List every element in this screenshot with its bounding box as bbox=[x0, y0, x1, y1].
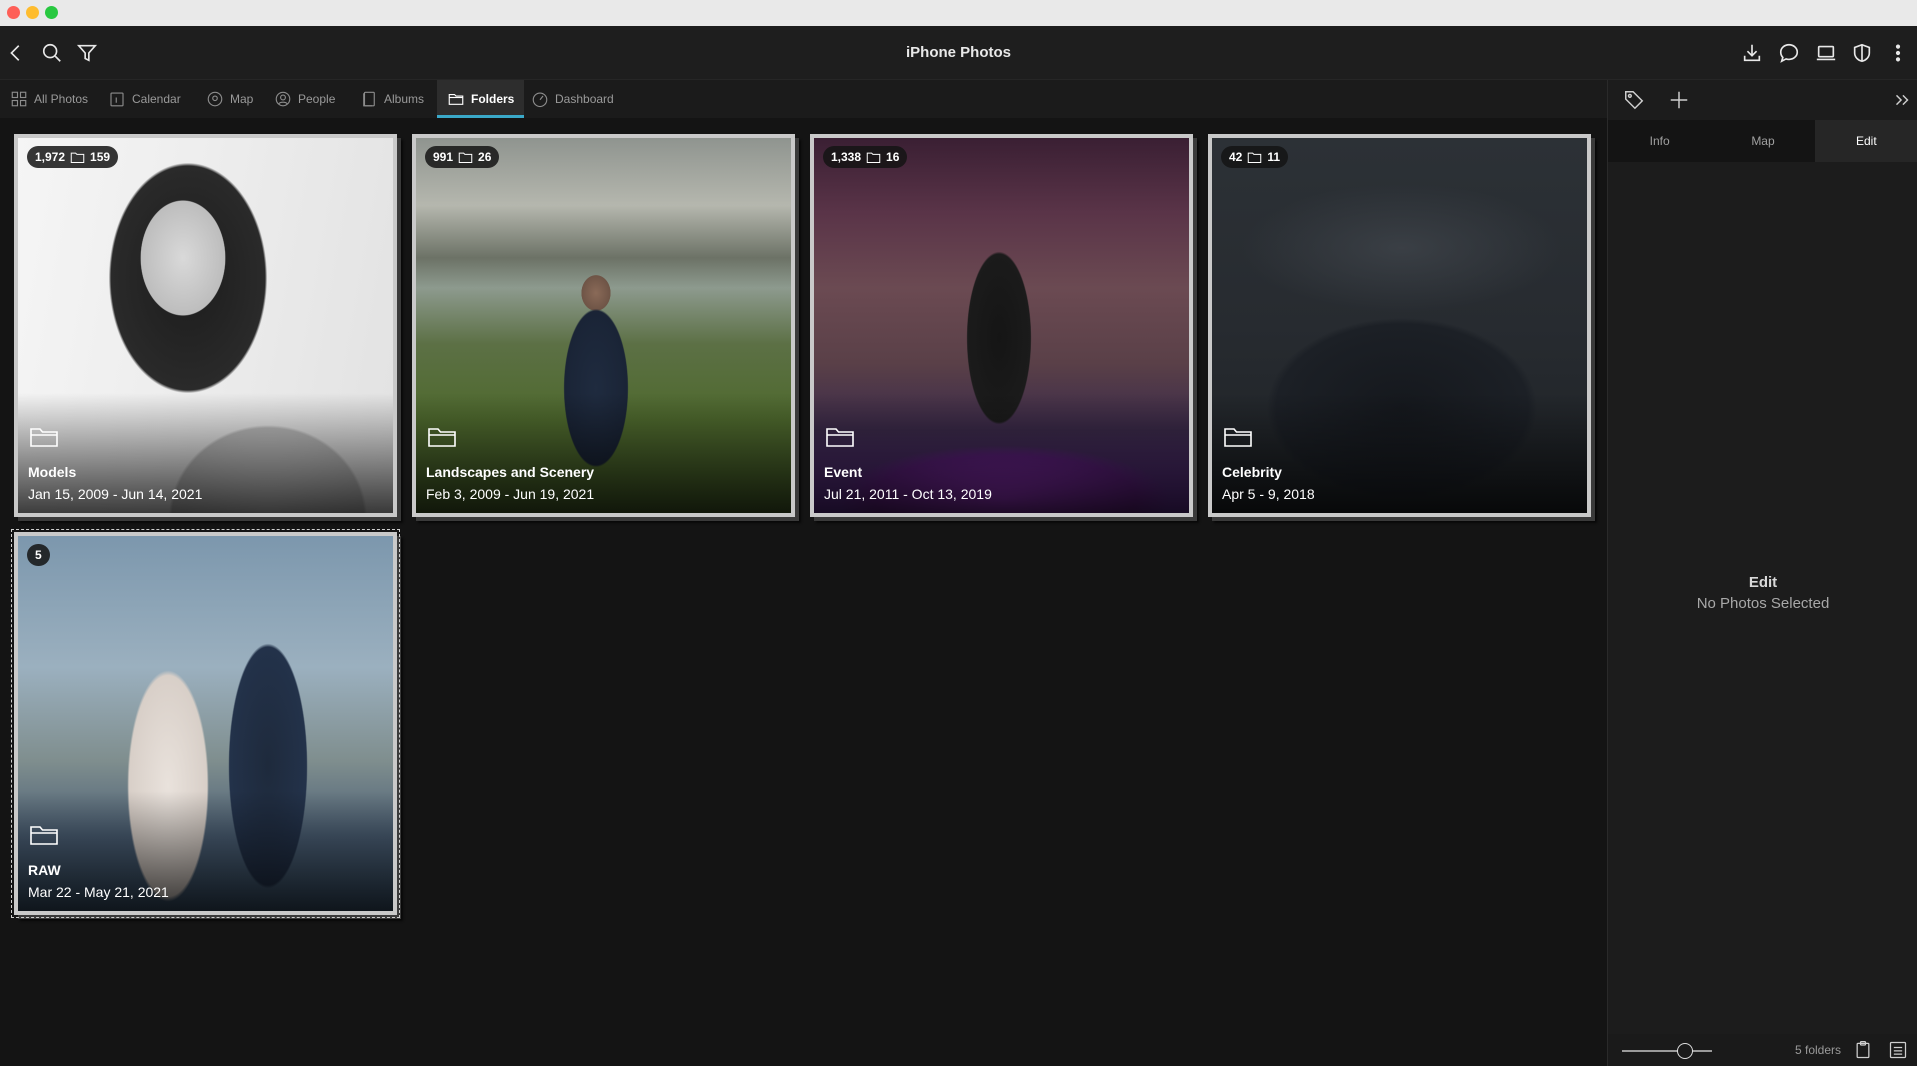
collapse-panel-icon[interactable] bbox=[1891, 89, 1913, 111]
empty-state-subtitle: No Photos Selected bbox=[1696, 595, 1830, 612]
photo-count: 5 bbox=[35, 548, 42, 562]
folder-date-range: Mar 22 - May 21, 2021 bbox=[28, 884, 169, 900]
folder-thumbnail: 1,338 16 Event Jul 21, 2011 - Oct 13, 20… bbox=[814, 138, 1189, 513]
subfolder-count: 159 bbox=[90, 150, 111, 164]
subfolder-icon bbox=[458, 152, 473, 163]
count-badge: 1,338 16 bbox=[823, 146, 908, 168]
tab-label: Calendar bbox=[132, 92, 181, 106]
tab-people[interactable]: People bbox=[264, 80, 345, 118]
inspector-panel: Info Map Edit Edit No Photos Selected 5 … bbox=[1607, 80, 1917, 1066]
clipboard-icon[interactable] bbox=[1853, 1040, 1873, 1060]
tab-albums[interactable]: Albums bbox=[350, 80, 434, 118]
folder-date-range: Jan 15, 2009 - Jun 14, 2021 bbox=[28, 486, 203, 502]
folder-name: Celebrity bbox=[1222, 464, 1282, 480]
folder-thumbnail: 1,972 159 Models Jan 15, 2009 - Jun 14, … bbox=[18, 138, 393, 513]
folder-icon bbox=[1223, 425, 1253, 449]
folder-name: RAW bbox=[28, 862, 61, 878]
photo-count: 991 bbox=[433, 150, 454, 164]
folder-card-models[interactable]: 1,972 159 Models Jan 15, 2009 - Jun 14, … bbox=[14, 134, 397, 517]
tab-folders[interactable]: Folders bbox=[437, 80, 525, 118]
folder-date-range: Apr 5 - 9, 2018 bbox=[1222, 486, 1315, 502]
tab-label: Folders bbox=[471, 92, 515, 106]
tab-all-photos[interactable]: All Photos bbox=[0, 80, 98, 118]
devices-icon[interactable] bbox=[1812, 39, 1840, 67]
tab-label: Albums bbox=[384, 92, 425, 106]
gauge-icon bbox=[532, 92, 548, 108]
main-toolbar: iPhone Photos bbox=[0, 26, 1917, 80]
folder-icon bbox=[29, 425, 59, 449]
subfolder-count: 26 bbox=[478, 150, 492, 164]
tag-icon[interactable] bbox=[1623, 89, 1645, 111]
subfolder-count: 16 bbox=[886, 150, 900, 164]
subfolder-icon bbox=[866, 152, 881, 163]
window-titlebar bbox=[0, 0, 1917, 26]
folder-grid: 1,972 159 Models Jan 15, 2009 - Jun 14, … bbox=[0, 118, 1607, 1066]
folder-card-raw[interactable]: 5 RAW Mar 22 - May 21, 2021 bbox=[11, 529, 400, 918]
map-pin-icon bbox=[207, 91, 223, 107]
view-tabs: All Photos Calendar Map People Albums Fo… bbox=[0, 80, 1607, 118]
thumbnail-size-slider-knob[interactable] bbox=[1677, 1043, 1693, 1059]
folder-card-celebrity[interactable]: 42 11 Celebrity Apr 5 - 9, 2018 bbox=[1208, 134, 1591, 517]
chat-bubble-icon[interactable] bbox=[1775, 39, 1803, 67]
folder-date-range: Feb 3, 2009 - Jun 19, 2021 bbox=[426, 486, 595, 502]
tab-label: Dashboard bbox=[555, 92, 614, 106]
count-badge: 1,972 159 bbox=[27, 146, 119, 168]
minimize-window-button[interactable] bbox=[26, 6, 39, 19]
folder-thumbnail: 5 RAW Mar 22 - May 21, 2021 bbox=[18, 536, 393, 911]
folder-count-label: 5 folders bbox=[1795, 1043, 1842, 1057]
calendar-icon bbox=[110, 92, 124, 107]
folder-name: Event bbox=[824, 464, 863, 480]
tab-label: All Photos bbox=[34, 92, 89, 106]
download-icon[interactable] bbox=[1738, 39, 1766, 67]
tab-label: Map bbox=[230, 92, 254, 106]
folder-thumbnail: 991 26 Landscapes and Scenery Feb 3, 200… bbox=[416, 138, 791, 513]
folder-card-landscapes[interactable]: 991 26 Landscapes and Scenery Feb 3, 200… bbox=[412, 134, 795, 517]
plus-icon[interactable] bbox=[1668, 89, 1690, 111]
tab-map[interactable]: Map bbox=[196, 80, 263, 118]
tab-label: People bbox=[298, 92, 336, 106]
count-badge: 5 bbox=[27, 544, 50, 566]
photo-count: 1,338 bbox=[831, 150, 862, 164]
shield-icon[interactable] bbox=[1848, 39, 1876, 67]
grid-icon bbox=[11, 91, 27, 107]
subfolder-count: 11 bbox=[1267, 150, 1281, 164]
close-window-button[interactable] bbox=[7, 6, 20, 19]
subfolder-icon bbox=[70, 152, 85, 163]
inspector-tab-info[interactable]: Info bbox=[1608, 120, 1711, 162]
person-icon bbox=[275, 91, 291, 107]
folder-name: Models bbox=[28, 464, 77, 480]
window-title: iPhone Photos bbox=[906, 44, 1011, 61]
folder-icon bbox=[427, 425, 457, 449]
inspector-footer: 5 folders bbox=[1608, 1034, 1917, 1066]
inspector-tab-edit[interactable]: Edit bbox=[1814, 120, 1917, 162]
folder-icon bbox=[448, 93, 464, 105]
zoom-window-button[interactable] bbox=[45, 6, 58, 19]
list-view-icon[interactable] bbox=[1888, 1040, 1908, 1060]
more-vertical-icon[interactable] bbox=[1884, 39, 1912, 67]
inspector-toolbar bbox=[1608, 80, 1917, 118]
tab-calendar[interactable]: Calendar bbox=[98, 80, 191, 118]
search-icon[interactable] bbox=[38, 39, 66, 67]
count-badge: 42 11 bbox=[1221, 146, 1289, 168]
folder-thumbnail: 42 11 Celebrity Apr 5 - 9, 2018 bbox=[1212, 138, 1587, 513]
thumbnail-size-slider[interactable] bbox=[1622, 1050, 1712, 1052]
folder-card-event[interactable]: 1,338 16 Event Jul 21, 2011 - Oct 13, 20… bbox=[810, 134, 1193, 517]
album-icon bbox=[363, 91, 375, 107]
folder-name: Landscapes and Scenery bbox=[426, 464, 595, 480]
empty-state-title: Edit bbox=[1748, 574, 1778, 591]
folder-icon bbox=[29, 823, 59, 847]
photo-count: 42 bbox=[1229, 150, 1243, 164]
count-badge: 991 26 bbox=[425, 146, 500, 168]
app-window: iPhone Photos All Photos Calendar Map Pe… bbox=[0, 0, 1917, 1066]
folder-icon bbox=[825, 425, 855, 449]
photo-count: 1,972 bbox=[35, 150, 66, 164]
inspector-tab-map[interactable]: Map bbox=[1711, 120, 1814, 162]
tab-dashboard[interactable]: Dashboard bbox=[521, 80, 624, 118]
filter-icon[interactable] bbox=[73, 39, 101, 67]
folder-date-range: Jul 21, 2011 - Oct 13, 2019 bbox=[824, 486, 992, 502]
inspector-tabs: Info Map Edit bbox=[1608, 120, 1917, 162]
subfolder-icon bbox=[1248, 152, 1262, 163]
back-chevron-icon[interactable] bbox=[2, 39, 30, 67]
